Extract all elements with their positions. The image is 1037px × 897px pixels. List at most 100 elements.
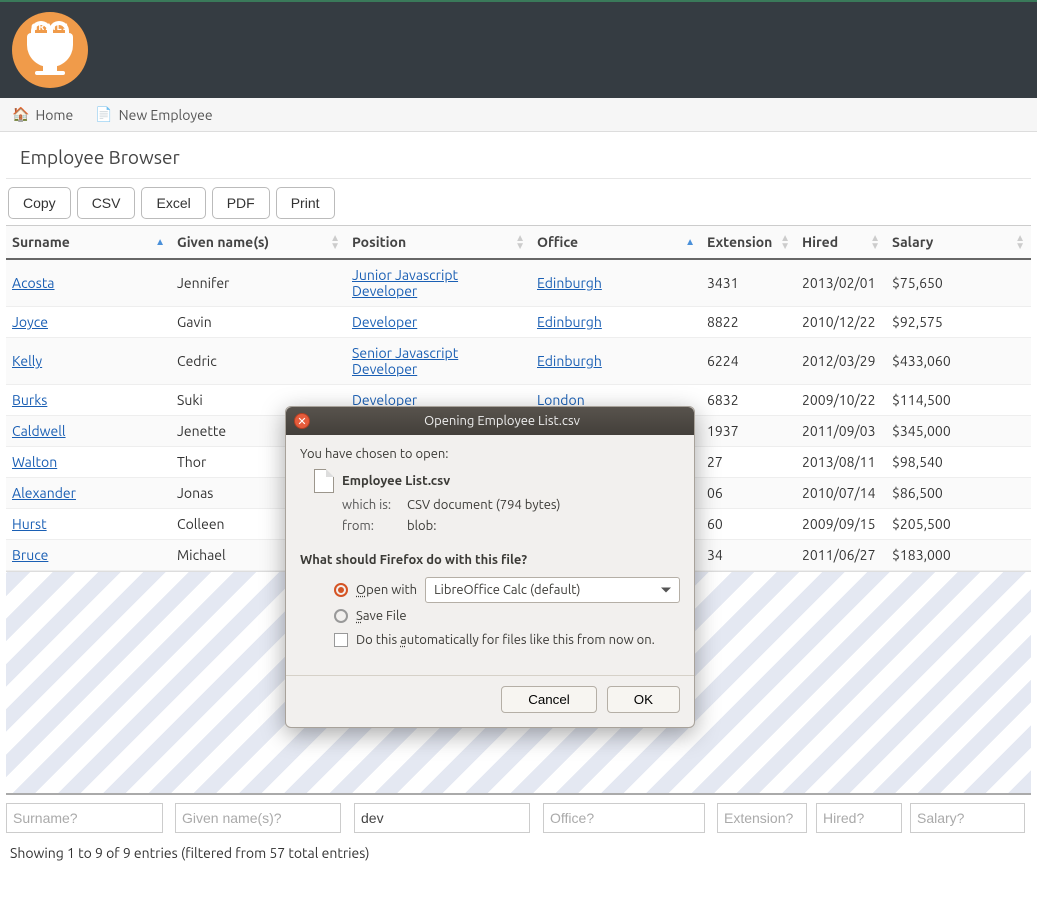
surname-link[interactable]: Bruce: [12, 547, 48, 563]
given-cell: Cedric: [171, 338, 346, 385]
ext-cell: 3431: [701, 259, 796, 307]
given-cell: Jennifer: [171, 259, 346, 307]
export-buttons: Copy CSV Excel PDF Print: [6, 187, 1031, 225]
nav-bar: 🏠 Home 📄 New Employee: [0, 98, 1037, 132]
col-hired[interactable]: Hired ▲▼: [796, 226, 886, 260]
position-link[interactable]: Senior Javascript Developer: [352, 345, 458, 377]
col-extension-label: Extension: [707, 234, 772, 250]
col-given-label: Given name(s): [177, 234, 269, 250]
hired-cell: 2011/09/03: [796, 416, 886, 447]
pdf-button[interactable]: PDF: [212, 187, 270, 219]
ext-cell: 6832: [701, 385, 796, 416]
hired-cell: 2012/03/29: [796, 338, 886, 385]
salary-cell: $98,540: [886, 447, 1031, 478]
col-extension[interactable]: Extension ▲▼: [701, 226, 796, 260]
open-with-value: LibreOffice Calc (default): [434, 583, 580, 597]
table-row: Acosta JenniferJunior Javascript Develope…: [6, 259, 1031, 307]
filter-office[interactable]: [543, 803, 705, 833]
surname-link[interactable]: Walton: [12, 454, 57, 470]
save-file-radio[interactable]: [334, 609, 348, 623]
surname-link[interactable]: Joyce: [12, 314, 48, 330]
col-position[interactable]: Position ▲▼: [346, 226, 531, 260]
salary-cell: $92,575: [886, 307, 1031, 338]
which-is-label: which is:: [342, 495, 404, 516]
ext-cell: 06: [701, 478, 796, 509]
sort-icon: ▲▼: [330, 234, 340, 250]
office-link[interactable]: Edinburgh: [537, 275, 602, 291]
surname-link[interactable]: Acosta: [12, 275, 55, 291]
col-surname-label: Surname: [12, 234, 70, 250]
page-title: Employee Browser: [6, 142, 1031, 179]
surname-link[interactable]: Alexander: [12, 485, 76, 501]
from-label: from:: [342, 516, 404, 537]
download-dialog: ✕ Opening Employee List.csv You have cho…: [285, 406, 695, 728]
sort-icon: ▲▼: [780, 234, 790, 250]
sort-icon: ▲▼: [1015, 234, 1025, 250]
table-row: JoyceGavinDeveloperEdinburgh88222010/12/…: [6, 307, 1031, 338]
position-link[interactable]: Developer: [352, 314, 417, 330]
nav-new-employee-label: New Employee: [119, 107, 213, 123]
auto-label: Do this automatically for files like thi…: [356, 633, 655, 647]
given-cell: Gavin: [171, 307, 346, 338]
col-given[interactable]: Given name(s) ▲▼: [171, 226, 346, 260]
dialog-title: Opening Employee List.csv: [318, 414, 686, 428]
ext-cell: 60: [701, 509, 796, 540]
hired-cell: 2010/07/14: [796, 478, 886, 509]
open-with-select[interactable]: LibreOffice Calc (default): [425, 577, 680, 603]
salary-cell: $75,650: [886, 259, 1031, 307]
save-file-label: Save File: [356, 609, 407, 623]
surname-link[interactable]: Burks: [12, 392, 47, 408]
table-row: Kelly CedricSenior Javascript Developer Ed…: [6, 338, 1031, 385]
office-link[interactable]: Edinburgh: [537, 353, 602, 369]
ext-cell: 6224: [701, 338, 796, 385]
filter-extension[interactable]: [717, 803, 807, 833]
csv-button[interactable]: CSV: [77, 187, 136, 219]
salary-cell: $114,500: [886, 385, 1031, 416]
print-button[interactable]: Print: [276, 187, 335, 219]
dialog-filename: Employee List.csv: [342, 474, 450, 488]
salary-cell: $433,060: [886, 338, 1031, 385]
copy-button[interactable]: Copy: [8, 187, 71, 219]
dialog-intro: You have chosen to open:: [300, 447, 680, 461]
col-salary[interactable]: Salary ▲▼: [886, 226, 1031, 260]
dialog-titlebar[interactable]: ✕ Opening Employee List.csv: [286, 407, 694, 435]
app-header: GRAILS: [0, 0, 1037, 98]
sort-asc-icon: ▲: [685, 238, 695, 246]
filter-position[interactable]: [354, 803, 530, 833]
ext-cell: 27: [701, 447, 796, 478]
close-icon[interactable]: ✕: [294, 413, 310, 429]
col-hired-label: Hired: [802, 234, 838, 250]
cancel-button[interactable]: Cancel: [501, 686, 597, 713]
nav-new-employee[interactable]: 📄 New Employee: [95, 106, 212, 123]
open-with-label: Open with: [356, 583, 417, 597]
sort-icon: ▲▼: [515, 234, 525, 250]
surname-link[interactable]: Caldwell: [12, 423, 66, 439]
position-link[interactable]: Junior Javascript Developer: [352, 267, 458, 299]
sort-asc-icon: ▲: [155, 238, 165, 246]
nav-home[interactable]: 🏠 Home: [12, 106, 73, 123]
nav-home-label: Home: [35, 107, 73, 123]
excel-button[interactable]: Excel: [141, 187, 205, 219]
office-link[interactable]: Edinburgh: [537, 314, 602, 330]
filter-salary[interactable]: [910, 803, 1025, 833]
auto-checkbox[interactable]: [334, 633, 348, 647]
hired-cell: 2013/02/01: [796, 259, 886, 307]
open-with-radio[interactable]: [334, 583, 348, 597]
col-office[interactable]: Office ▲: [531, 226, 701, 260]
ext-cell: 1937: [701, 416, 796, 447]
hired-cell: 2009/09/15: [796, 509, 886, 540]
salary-cell: $86,500: [886, 478, 1031, 509]
home-icon: 🏠: [12, 106, 29, 123]
surname-link[interactable]: Kelly: [12, 353, 42, 369]
col-position-label: Position: [352, 234, 406, 250]
filter-surname[interactable]: [6, 803, 163, 833]
filter-hired[interactable]: [816, 803, 902, 833]
surname-link[interactable]: Hurst: [12, 516, 47, 532]
salary-cell: $183,000: [886, 540, 1031, 571]
ok-button[interactable]: OK: [607, 686, 680, 713]
col-surname[interactable]: Surname ▲: [6, 226, 171, 260]
status-line: Showing 1 to 9 of 9 entries (filtered fr…: [6, 833, 1031, 873]
filter-given[interactable]: [175, 803, 341, 833]
grails-logo: GRAILS: [12, 12, 88, 88]
hired-cell: 2013/08/11: [796, 447, 886, 478]
